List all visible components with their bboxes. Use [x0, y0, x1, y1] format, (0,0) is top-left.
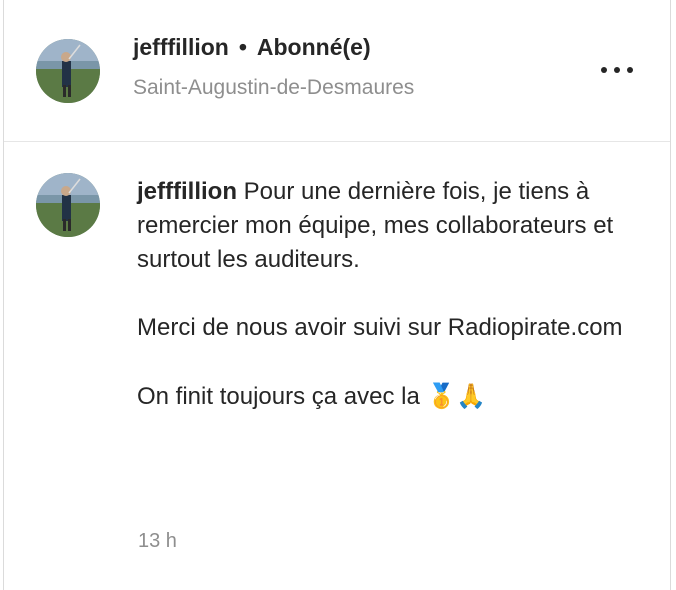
more-options-icon[interactable] — [597, 58, 637, 82]
more-dot — [601, 67, 607, 73]
header-username[interactable]: jefffillion — [133, 34, 229, 60]
medal-prayer-emojis: 🥇🙏 — [426, 382, 487, 410]
caption-paragraph-3: On finit toujours ça avec la 🥇🙏 — [137, 379, 637, 414]
post-panel: jefffillion • Abonné(e) Saint-Augustin-de-… — [3, 0, 671, 590]
separator-dot: • — [238, 34, 247, 60]
caption-avatar[interactable] — [36, 173, 100, 237]
avatar-image — [36, 39, 100, 103]
header-username-line: jefffillion • Abonné(e) — [133, 34, 371, 61]
caption-text-3: On finit toujours ça avec la — [137, 383, 420, 410]
caption-username[interactable]: jefffillion — [137, 178, 237, 205]
caption-paragraph-1: jefffillion Pour une dernière fois, je t… — [137, 175, 637, 277]
follow-status-button[interactable]: Abonné(e) — [257, 34, 371, 60]
post-location[interactable]: Saint-Augustin-de-Desmaures — [133, 76, 414, 100]
post-caption: jefffillion Pour une dernière fois, je t… — [137, 175, 637, 414]
more-dot — [614, 67, 620, 73]
post-header: jefffillion • Abonné(e) Saint-Augustin-de-… — [4, 0, 670, 142]
more-dot — [627, 67, 633, 73]
post-timestamp[interactable]: 13 h — [138, 530, 177, 553]
avatar-image — [36, 173, 100, 237]
caption-paragraph-2: Merci de nous avoir suivi sur Radiopirat… — [137, 314, 623, 341]
avatar[interactable] — [36, 39, 100, 103]
